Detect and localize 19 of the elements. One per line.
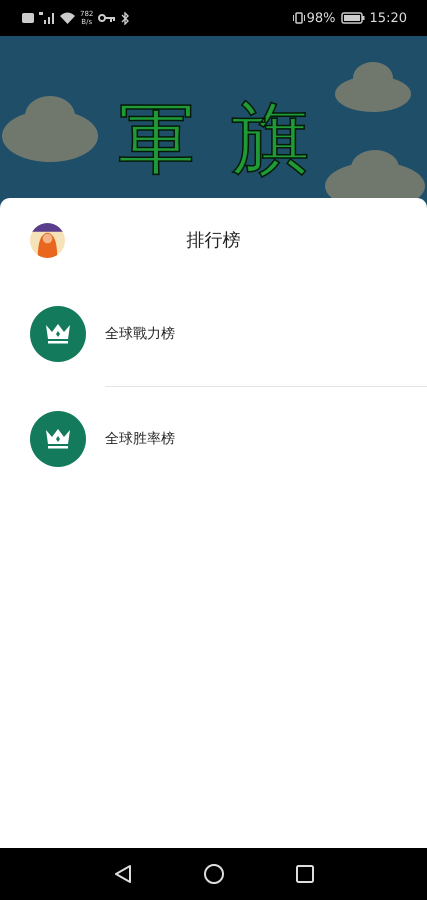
home-button[interactable] (204, 864, 224, 884)
recents-button[interactable] (296, 865, 314, 883)
sheet-title: 排行榜 (186, 230, 240, 251)
ranking-item[interactable]: 全球戰力榜 (105, 325, 175, 343)
signal-icon (39, 12, 55, 24)
key-icon (98, 13, 116, 23)
back-button[interactable] (114, 864, 132, 884)
bluetooth-icon (121, 12, 130, 24)
game-title: 軍旗 (118, 94, 346, 184)
clock: 15:20 (370, 10, 407, 26)
avatar[interactable] (30, 222, 65, 258)
crown-icon (45, 428, 71, 450)
wifi-icon (60, 12, 75, 24)
crown-icon (45, 323, 71, 345)
hd-icon (22, 13, 34, 23)
battery-percent: 98% (306, 10, 336, 26)
battery-icon (340, 12, 365, 24)
vibrate-icon (292, 12, 305, 24)
ranking-item[interactable]: 全球胜率榜 (105, 430, 175, 448)
